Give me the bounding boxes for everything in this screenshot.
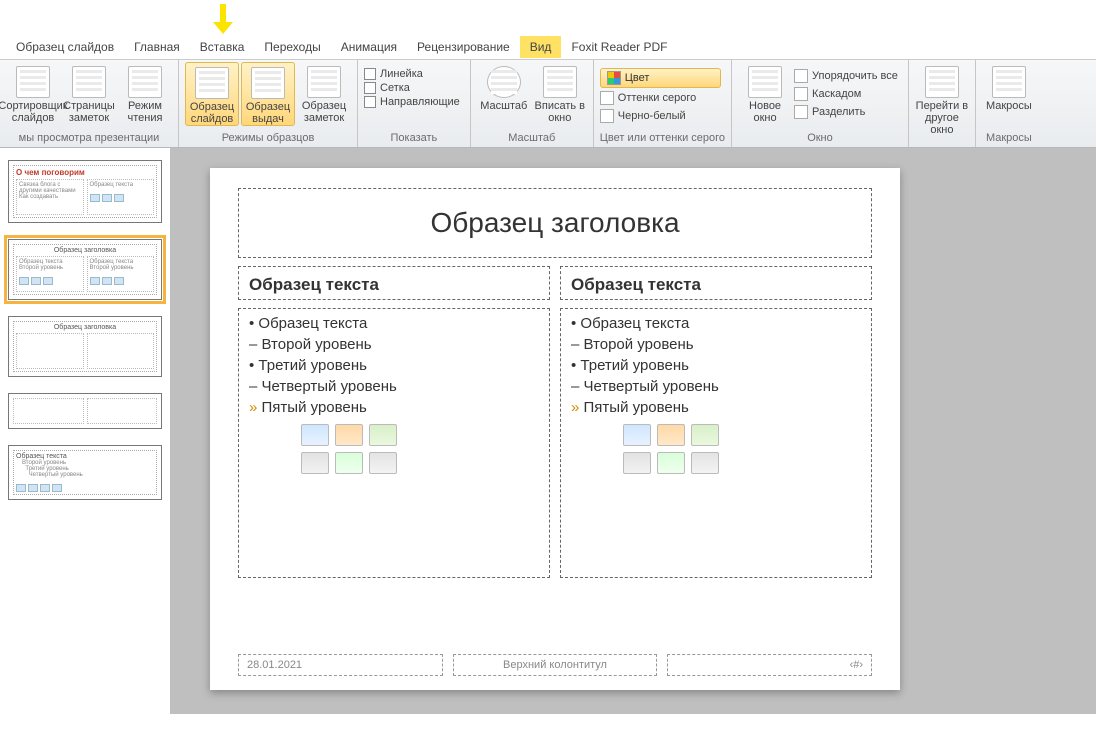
switch-windows-button[interactable]: Перейти в другое окно	[915, 62, 969, 136]
text-header-left-placeholder[interactable]: Образец текста	[238, 266, 550, 300]
group-zoom: Масштаб Вписать в окно Масштаб	[471, 60, 594, 147]
insert-clipart-icon[interactable]	[335, 452, 363, 474]
group-macros: Макросы Макросы	[976, 60, 1042, 147]
guides-checkbox[interactable]: Направляющие	[364, 96, 460, 108]
layout-thumb-5[interactable]: Образец текста Второй уровень Третий уро…	[8, 445, 162, 500]
tab-review[interactable]: Рецензирование	[407, 36, 520, 58]
slide-editor[interactable]: Образец заголовка Образец текста Образец…	[170, 148, 1096, 714]
insert-picture-icon[interactable]	[623, 452, 651, 474]
new-window-button[interactable]: Новое окно	[738, 62, 792, 124]
cascade-button[interactable]: Каскадом	[794, 86, 898, 102]
layout-thumbnails-panel[interactable]: О чем поговорим Связка блога с другими к…	[0, 148, 170, 714]
group-switch-window: Перейти в другое окно	[909, 60, 976, 147]
insert-table-icon[interactable]	[623, 424, 651, 446]
insert-clipart-icon[interactable]	[657, 452, 685, 474]
bw-button[interactable]: Черно-белый	[600, 108, 721, 124]
layout-thumb-1[interactable]: О чем поговорим Связка блога с другими к…	[8, 160, 162, 223]
handout-master-button[interactable]: Образец выдач	[241, 62, 295, 126]
insert-media-icon[interactable]	[691, 452, 719, 474]
insert-smartart-icon[interactable]	[369, 424, 397, 446]
layout-thumb-2[interactable]: Образец заголовка Образец текстаВторой у…	[8, 239, 162, 300]
main-area: О чем поговорим Связка блога с другими к…	[0, 148, 1096, 714]
notes-master-button[interactable]: Образец заметок	[297, 62, 351, 124]
insert-chart-icon[interactable]	[657, 424, 685, 446]
tab-home[interactable]: Главная	[124, 36, 190, 58]
group-label: Режимы образцов	[185, 130, 351, 147]
content-icons[interactable]	[623, 424, 723, 474]
fit-window-button[interactable]: Вписать в окно	[533, 62, 587, 124]
content-icons[interactable]	[301, 424, 401, 474]
insert-table-icon[interactable]	[301, 424, 329, 446]
footer-placeholder[interactable]: Верхний колонтитул	[453, 654, 658, 676]
slide-master-button[interactable]: Образец слайдов	[185, 62, 239, 126]
color-button[interactable]: Цвет	[600, 68, 721, 88]
notes-page-button[interactable]: Страницы заметок	[62, 62, 116, 124]
macros-button[interactable]: Макросы	[982, 62, 1036, 112]
group-label: мы просмотра презентации	[6, 130, 172, 147]
tab-foxit[interactable]: Foxit Reader PDF	[561, 36, 677, 58]
group-master-views: Образец слайдов Образец выдач Образец за…	[179, 60, 358, 147]
group-label: Окно	[738, 130, 902, 147]
highlight-arrow	[216, 4, 230, 34]
tab-insert[interactable]: Вставка	[190, 36, 255, 58]
split-button[interactable]: Разделить	[794, 104, 898, 120]
zoom-button[interactable]: Масштаб	[477, 62, 531, 112]
ribbon: Сортировщик слайдов Страницы заметок Реж…	[0, 60, 1096, 148]
arrange-all-button[interactable]: Упорядочить все	[794, 68, 898, 84]
ribbon-tabs: Образец слайдов Главная Вставка Переходы…	[0, 34, 1096, 60]
tab-transitions[interactable]: Переходы	[254, 36, 330, 58]
group-label: Показать	[364, 130, 464, 147]
gridlines-checkbox[interactable]: Сетка	[364, 82, 460, 94]
group-presentation-views: Сортировщик слайдов Страницы заметок Реж…	[0, 60, 179, 147]
group-color: Цвет Оттенки серого Черно-белый Цвет или…	[594, 60, 732, 147]
tab-slide-master[interactable]: Образец слайдов	[6, 36, 124, 58]
tab-view[interactable]: Вид	[520, 36, 562, 58]
group-window: Новое окно Упорядочить все Каскадом Разд…	[732, 60, 909, 147]
reading-view-button[interactable]: Режим чтения	[118, 62, 172, 124]
text-header-right-placeholder[interactable]: Образец текста	[560, 266, 872, 300]
content-left-placeholder[interactable]: Образец текста Второй уровень Третий уро…	[238, 308, 550, 578]
date-placeholder[interactable]: 28.01.2021	[238, 654, 443, 676]
group-label: Масштаб	[477, 130, 587, 147]
title-placeholder[interactable]: Образец заголовка	[238, 188, 872, 258]
insert-chart-icon[interactable]	[335, 424, 363, 446]
tab-animation[interactable]: Анимация	[331, 36, 407, 58]
slide-canvas[interactable]: Образец заголовка Образец текста Образец…	[210, 168, 900, 690]
slide-number-placeholder[interactable]: ‹#›	[667, 654, 872, 676]
layout-thumb-3[interactable]: Образец заголовка	[8, 316, 162, 377]
layout-thumb-4[interactable]	[8, 393, 162, 429]
group-label: Макросы	[982, 130, 1036, 147]
group-label: Цвет или оттенки серого	[600, 130, 725, 147]
ruler-checkbox[interactable]: Линейка	[364, 68, 460, 80]
insert-picture-icon[interactable]	[301, 452, 329, 474]
group-show: Линейка Сетка Направляющие Показать	[358, 60, 471, 147]
insert-media-icon[interactable]	[369, 452, 397, 474]
content-right-placeholder[interactable]: Образец текста Второй уровень Третий уро…	[560, 308, 872, 578]
grayscale-button[interactable]: Оттенки серого	[600, 90, 721, 106]
insert-smartart-icon[interactable]	[691, 424, 719, 446]
slide-sorter-button[interactable]: Сортировщик слайдов	[6, 62, 60, 124]
